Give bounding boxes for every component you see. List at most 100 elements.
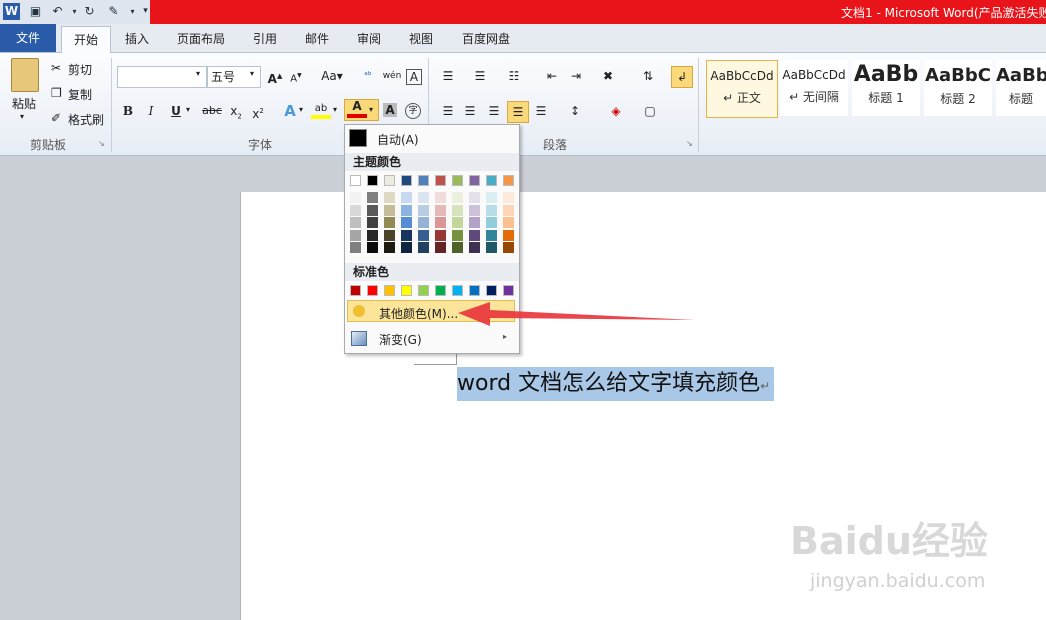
redo-icon[interactable]: ↻	[81, 3, 98, 20]
theme-shade-swatch[interactable]	[384, 229, 395, 241]
tab-file[interactable]: 文件	[0, 24, 56, 52]
theme-shade-swatch[interactable]	[350, 229, 361, 241]
theme-shade-swatch[interactable]	[486, 217, 497, 228]
theme-shade-swatch[interactable]	[452, 242, 463, 253]
strikethrough-icon[interactable]: abc	[200, 101, 224, 121]
underline-dropdown-icon[interactable]: ▾	[186, 105, 190, 114]
paste-button[interactable]: 粘贴	[12, 95, 36, 112]
font-name-input[interactable]	[117, 66, 207, 88]
theme-shade-swatch[interactable]	[401, 192, 412, 203]
theme-shade-swatch[interactable]	[469, 204, 480, 216]
shading-icon[interactable]: ◈	[606, 101, 626, 121]
theme-shade-swatch[interactable]	[418, 217, 429, 228]
standard-color-swatch[interactable]	[503, 285, 514, 296]
theme-shade-swatch[interactable]	[418, 229, 429, 241]
theme-color-swatch[interactable]	[486, 175, 497, 186]
theme-color-swatch[interactable]	[435, 175, 446, 186]
align-left-icon[interactable]: ☰	[438, 101, 458, 121]
theme-shade-swatch[interactable]	[401, 204, 412, 216]
theme-shade-swatch[interactable]	[418, 192, 429, 203]
theme-color-swatch[interactable]	[469, 175, 480, 186]
theme-shade-swatch[interactable]	[367, 192, 378, 203]
standard-color-swatch[interactable]	[486, 285, 497, 296]
theme-shade-swatch[interactable]	[401, 242, 412, 253]
theme-shade-swatch[interactable]	[384, 192, 395, 203]
theme-color-swatch[interactable]	[452, 175, 463, 186]
style-heading-1[interactable]: AaBb 标题 1	[852, 60, 920, 116]
theme-shade-swatch[interactable]	[367, 242, 378, 253]
numbering-icon[interactable]: ☰	[470, 66, 490, 86]
enclose-character-icon[interactable]: 字	[405, 103, 421, 119]
theme-shade-swatch[interactable]	[418, 204, 429, 216]
cut-button[interactable]: 剪切	[68, 61, 92, 78]
grow-font-icon[interactable]: A▲	[265, 66, 285, 86]
theme-shade-swatch[interactable]	[367, 229, 378, 241]
clear-format-icon[interactable]: ᵃᵇ	[358, 66, 378, 86]
theme-shade-swatch[interactable]	[452, 192, 463, 203]
tab-mailings[interactable]: 邮件	[298, 27, 336, 51]
theme-shade-swatch[interactable]	[469, 217, 480, 228]
standard-color-swatch[interactable]	[401, 285, 412, 296]
theme-shade-swatch[interactable]	[350, 217, 361, 228]
bullets-icon[interactable]: ☰	[438, 66, 458, 86]
align-center-icon[interactable]: ☰	[460, 101, 480, 121]
borders-icon[interactable]: ▢	[640, 101, 660, 121]
theme-shade-swatch[interactable]	[435, 204, 446, 216]
bold-icon[interactable]: B	[118, 101, 138, 121]
tab-insert[interactable]: 插入	[117, 27, 157, 51]
theme-shade-swatch[interactable]	[401, 217, 412, 228]
auto-color-item[interactable]: 自动(A)	[377, 131, 419, 148]
phonetic-guide-icon[interactable]: wén	[382, 66, 402, 86]
distributed-icon[interactable]: ☰	[531, 101, 551, 121]
font-color-dropdown-icon[interactable]: ▾	[369, 105, 373, 114]
justify-icon[interactable]: ☰	[507, 101, 529, 123]
tab-page-layout[interactable]: 页面布局	[170, 27, 232, 51]
theme-color-swatch[interactable]	[503, 175, 514, 186]
format-painter-icon[interactable]: ✐	[51, 111, 61, 125]
theme-shade-swatch[interactable]	[367, 217, 378, 228]
theme-shade-swatch[interactable]	[503, 242, 514, 253]
paste-icon[interactable]	[11, 58, 39, 92]
theme-color-swatch[interactable]	[384, 175, 395, 186]
theme-shade-swatch[interactable]	[435, 192, 446, 203]
tab-references[interactable]: 引用	[246, 27, 284, 51]
format-icon[interactable]: ✎	[105, 3, 122, 20]
highlight-dropdown-icon[interactable]: ▾	[333, 105, 337, 114]
standard-color-swatch[interactable]	[367, 285, 378, 296]
theme-shade-swatch[interactable]	[486, 192, 497, 203]
standard-color-swatch[interactable]	[469, 285, 480, 296]
copy-button[interactable]: 复制	[68, 86, 92, 103]
shrink-font-icon[interactable]: A▼	[286, 66, 306, 86]
theme-shade-swatch[interactable]	[486, 242, 497, 253]
theme-color-swatch[interactable]	[418, 175, 429, 186]
character-border-icon[interactable]: A	[406, 69, 422, 85]
change-case-icon[interactable]: Aa▾	[319, 66, 345, 86]
copy-icon[interactable]: ❐	[51, 86, 62, 100]
theme-shade-swatch[interactable]	[469, 242, 480, 253]
theme-color-swatch[interactable]	[401, 175, 412, 186]
save-icon[interactable]: ▣	[27, 3, 44, 20]
increase-indent-icon[interactable]: ⇥	[566, 66, 586, 86]
standard-color-swatch[interactable]	[418, 285, 429, 296]
theme-shade-swatch[interactable]	[435, 242, 446, 253]
line-spacing-icon[interactable]: ↕	[565, 101, 585, 121]
theme-shade-swatch[interactable]	[367, 204, 378, 216]
decrease-indent-icon[interactable]: ⇤	[542, 66, 562, 86]
standard-color-swatch[interactable]	[350, 285, 361, 296]
text-effects-dropdown-icon[interactable]: ▾	[299, 105, 303, 114]
theme-shade-swatch[interactable]	[503, 217, 514, 228]
standard-color-swatch[interactable]	[435, 285, 446, 296]
theme-shade-swatch[interactable]	[350, 192, 361, 203]
theme-shade-swatch[interactable]	[384, 242, 395, 253]
standard-color-swatch[interactable]	[384, 285, 395, 296]
theme-shade-swatch[interactable]	[486, 204, 497, 216]
style-normal[interactable]: AaBbCcDd ↵ 正文	[706, 60, 778, 118]
font-color-icon[interactable]: A	[347, 99, 367, 118]
italic-icon[interactable]: I	[141, 101, 161, 121]
theme-shade-swatch[interactable]	[503, 192, 514, 203]
multilevel-list-icon[interactable]: ☷	[504, 66, 524, 86]
font-name-dropdown-icon[interactable]: ▾	[196, 69, 200, 78]
theme-shade-swatch[interactable]	[486, 229, 497, 241]
theme-shade-swatch[interactable]	[435, 229, 446, 241]
document-text[interactable]: word 文档怎么给文字填充颜色↵	[457, 367, 775, 401]
